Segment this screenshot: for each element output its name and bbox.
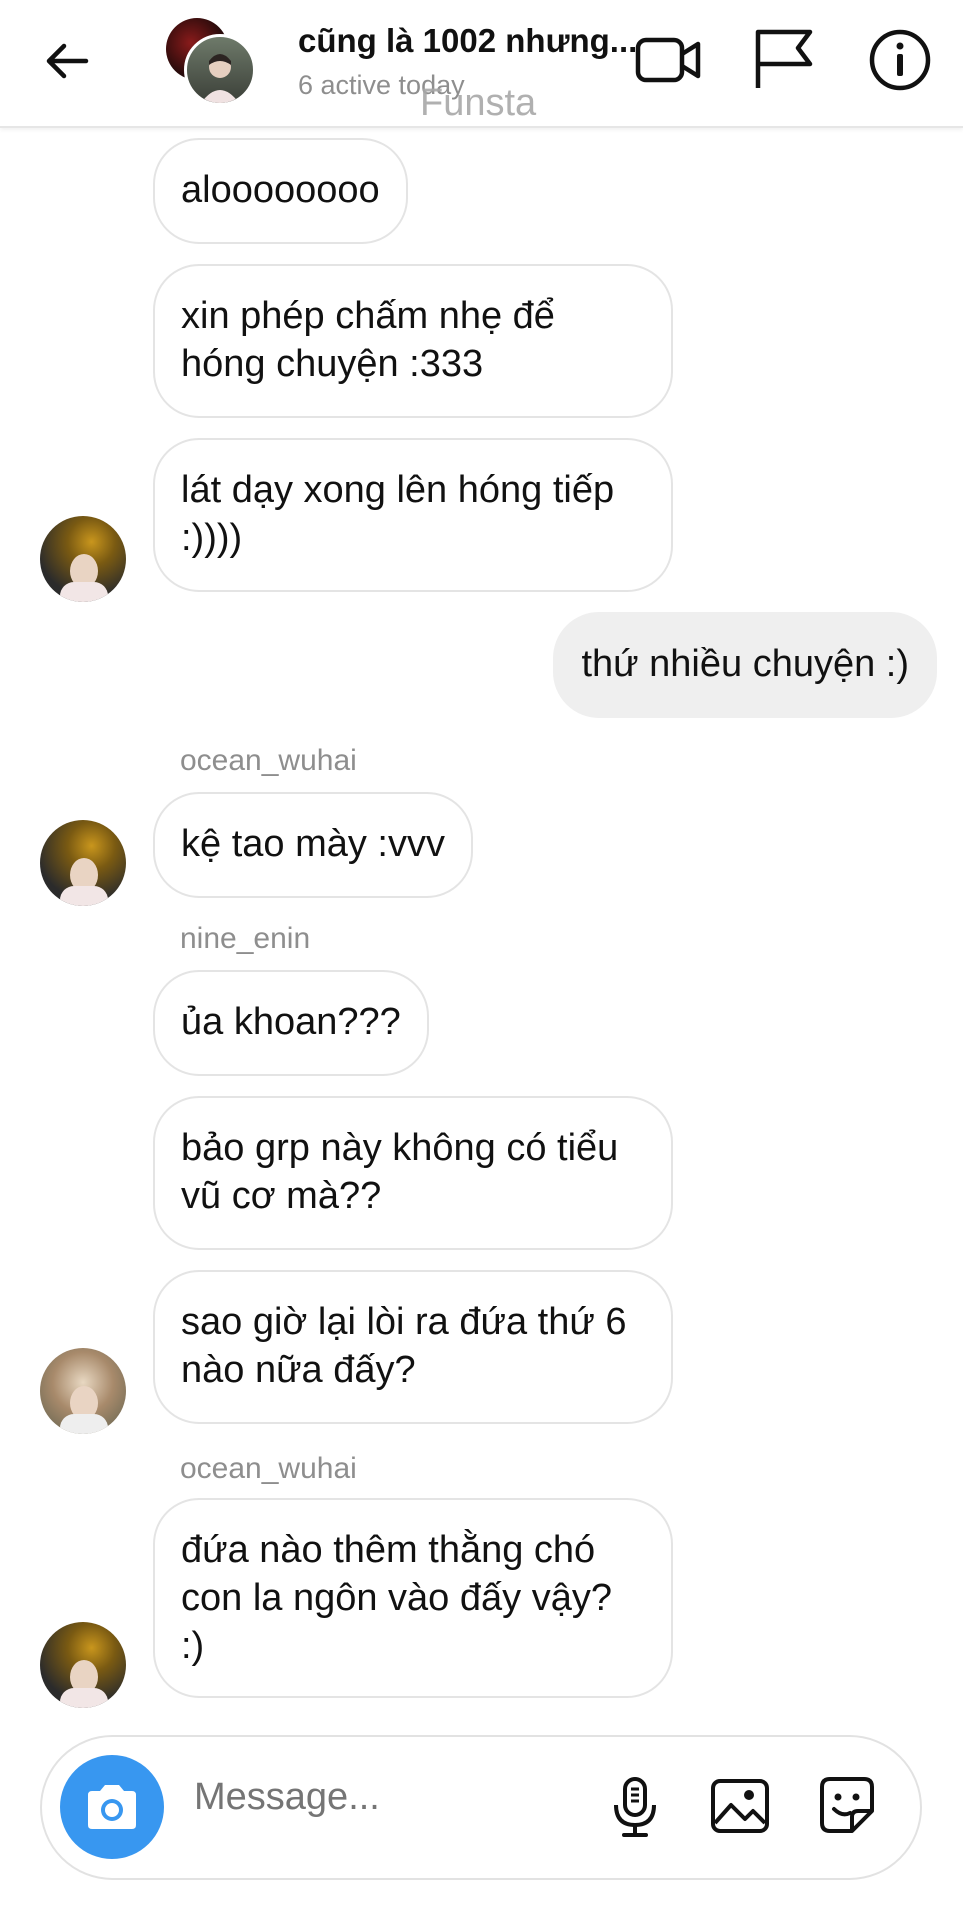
message-text: aloooooooo — [181, 169, 380, 211]
message-bubble[interactable]: đứa nào thêm thằng chó con la ngôn vào đ… — [153, 1498, 673, 1698]
watermark: Funsta — [420, 82, 537, 124]
avatar-body — [60, 886, 108, 906]
avatar-body — [60, 582, 108, 602]
chat-title[interactable]: cũng là 1002 nhưng... — [298, 22, 637, 60]
camera-icon — [88, 1785, 136, 1829]
message-text: sao giờ lại lòi ra đứa thứ 6 nào nữa đấy… — [181, 1301, 627, 1391]
flag-icon[interactable] — [746, 22, 822, 98]
message-text: đứa nào thêm thằng chó con la ngôn vào đ… — [181, 1529, 612, 1667]
video-call-icon[interactable] — [632, 22, 708, 98]
message-input[interactable] — [192, 1775, 596, 1820]
message-text: xin phép chấm nhẹ để hóng chuyện :333 — [181, 295, 555, 385]
avatar-body — [60, 1688, 108, 1708]
message-bubble[interactable]: xin phép chấm nhẹ để hóng chuyện :333 — [153, 264, 673, 418]
message-bubble[interactable]: sao giờ lại lòi ra đứa thứ 6 nào nữa đấy… — [153, 1270, 673, 1424]
avatar[interactable] — [40, 516, 126, 602]
avatar — [184, 34, 256, 106]
avatar[interactable] — [40, 820, 126, 906]
message-text: ủa khoan??? — [181, 1001, 401, 1043]
message-text: kệ tao mày :vvv — [181, 823, 445, 865]
message-bubble[interactable]: bảo grp này không có tiểu vũ cơ mà?? — [153, 1096, 673, 1250]
camera-button[interactable] — [60, 1755, 164, 1859]
avatar[interactable] — [40, 1348, 126, 1434]
message-composer — [40, 1735, 922, 1880]
message-list[interactable]: aloooooooo xin phép chấm nhẹ để hóng chu… — [0, 126, 963, 1726]
avatar[interactable] — [40, 1622, 126, 1708]
avatar-body — [60, 1414, 108, 1434]
message-bubble[interactable]: lát dạy xong lên hóng tiếp :)))) — [153, 438, 673, 592]
microphone-icon[interactable] — [602, 1773, 668, 1839]
back-arrow-icon[interactable] — [42, 36, 92, 86]
message-text: thứ nhiều chuyện :) — [581, 643, 909, 685]
group-avatar[interactable] — [166, 18, 256, 106]
message-text: lát dạy xong lên hóng tiếp :)))) — [181, 469, 615, 559]
info-icon[interactable] — [862, 22, 938, 98]
sender-name: nine_enin — [180, 922, 311, 955]
chat-header: cũng là 1002 nhưng... 6 active today Fun… — [0, 0, 963, 128]
message-bubble[interactable]: ủa khoan??? — [153, 970, 429, 1076]
sender-name: ocean_wuhai — [180, 1452, 357, 1485]
sticker-icon[interactable] — [814, 1773, 880, 1839]
message-text: bảo grp này không có tiểu vũ cơ mà?? — [181, 1127, 619, 1217]
gallery-icon[interactable] — [707, 1773, 773, 1839]
message-bubble[interactable]: kệ tao mày :vvv — [153, 792, 473, 898]
message-bubble[interactable]: aloooooooo — [153, 138, 408, 244]
message-bubble-mine[interactable]: thứ nhiều chuyện :) — [553, 612, 937, 718]
sender-name: ocean_wuhai — [180, 744, 357, 777]
